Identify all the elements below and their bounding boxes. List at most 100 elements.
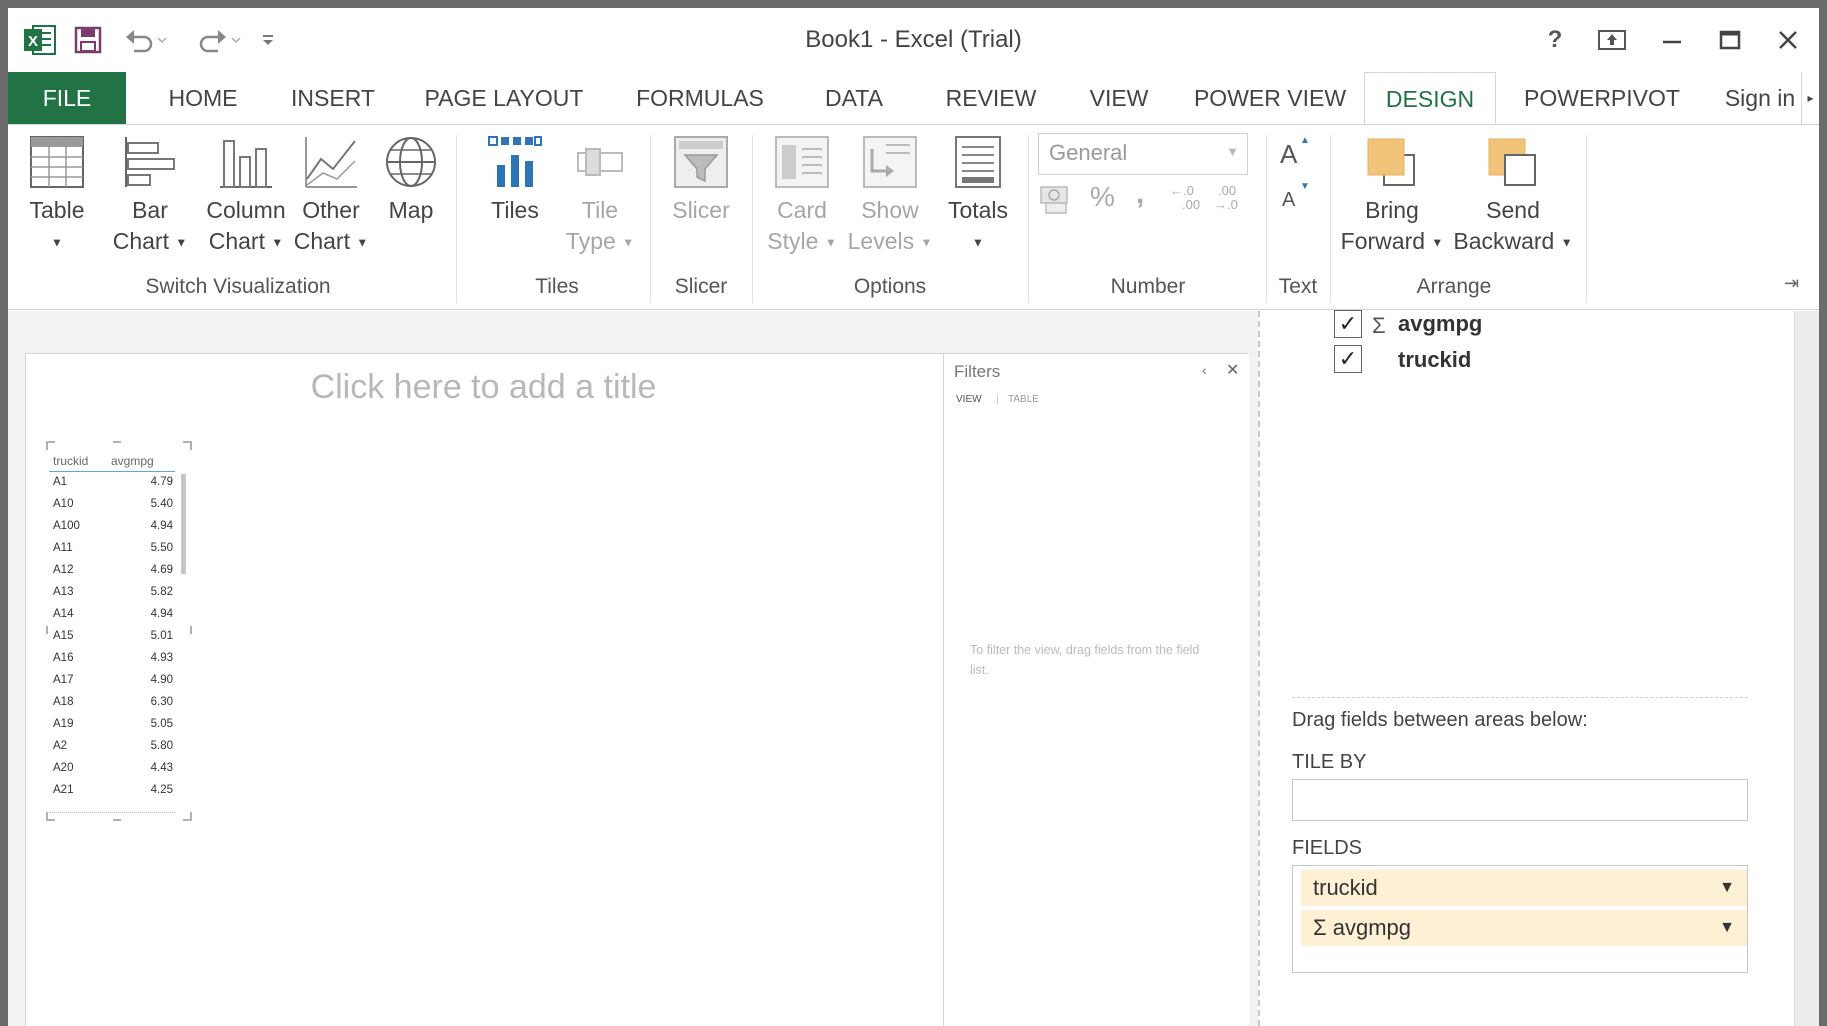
tiles-button[interactable]: Tiles xyxy=(474,135,556,226)
table-row[interactable]: A1 4.79 xyxy=(49,476,175,498)
view-title-placeholder[interactable]: Click here to add a title xyxy=(26,368,941,407)
chevron-down-icon: ▼ xyxy=(1431,235,1444,250)
table-cell-avgmpg: 4.43 xyxy=(150,762,173,774)
other-chart-button[interactable]: Other Chart ▼ xyxy=(290,135,372,258)
maximize-icon[interactable] xyxy=(1710,22,1750,58)
card-style-button[interactable]: Card Style ▼ xyxy=(760,135,844,258)
totals-label: Totals xyxy=(947,197,1009,223)
table-cell-truckid: A17 xyxy=(53,674,74,686)
pin-ribbon-icon[interactable]: ⇥ xyxy=(1784,273,1808,297)
customize-qat-icon[interactable] xyxy=(254,22,282,58)
filters-tab-table[interactable]: TABLE xyxy=(1008,394,1039,405)
excel-logo-icon[interactable]: X xyxy=(20,22,60,58)
table-row[interactable]: A20 4.43 xyxy=(49,762,175,784)
table-row[interactable]: A100 4.94 xyxy=(49,520,175,542)
card-style-icon xyxy=(775,136,829,188)
bar-chart-button[interactable]: Bar Chart ▼ xyxy=(108,135,192,258)
tab-scroll-right-icon[interactable]: ▸ xyxy=(1801,72,1819,124)
field-checkbox-truckid[interactable]: ✓ xyxy=(1334,345,1362,373)
table-row[interactable]: A17 4.90 xyxy=(49,674,175,696)
help-icon[interactable]: ? xyxy=(1538,22,1572,58)
tab-home[interactable]: HOME xyxy=(148,72,258,124)
tile-by-label: TILE BY xyxy=(1292,751,1367,773)
tab-review[interactable]: REVIEW xyxy=(926,72,1056,124)
comma-style-button[interactable]: , xyxy=(1136,177,1156,217)
fields-area-item-avgmpg[interactable]: Σ avgmpg ▼ xyxy=(1301,910,1747,946)
field-name-truckid[interactable]: truckid xyxy=(1398,347,1471,373)
table-row[interactable]: A10 5.40 xyxy=(49,498,175,520)
tab-design[interactable]: DESIGN xyxy=(1364,72,1496,126)
ribbon-display-options-icon[interactable] xyxy=(1592,22,1632,58)
table-row[interactable]: A2 5.80 xyxy=(49,740,175,762)
table-scrollbar[interactable] xyxy=(181,474,186,574)
table-row-partial xyxy=(49,808,175,816)
areas-divider xyxy=(1292,697,1748,698)
chevron-down-icon: ▼ xyxy=(824,235,837,250)
table-button[interactable]: Table ▼ xyxy=(20,135,94,258)
tab-page-layout[interactable]: PAGE LAYOUT xyxy=(412,72,596,124)
send-backward-icon xyxy=(1488,138,1536,186)
fields-drop-area[interactable]: truckid ▼ Σ avgmpg ▼ xyxy=(1292,865,1748,973)
percent-style-button[interactable]: % xyxy=(1090,181,1120,221)
table-cell-truckid: A20 xyxy=(53,762,74,774)
table-row[interactable]: A14 4.94 xyxy=(49,608,175,630)
tab-formulas[interactable]: FORMULAS xyxy=(618,72,782,124)
tab-power-view[interactable]: POWER VIEW xyxy=(1184,72,1356,124)
field-checkbox-avgmpg[interactable]: ✓ xyxy=(1334,310,1362,338)
sign-in-link[interactable]: Sign in xyxy=(1720,72,1800,124)
map-button[interactable]: Map xyxy=(374,135,448,226)
table-label: Table xyxy=(29,197,85,223)
table-row[interactable]: A13 5.82 xyxy=(49,586,175,608)
totals-button[interactable]: Totals ▼ xyxy=(936,135,1020,258)
card-style-label-1: Card xyxy=(777,197,827,223)
table-row[interactable]: A16 4.93 xyxy=(49,652,175,674)
table-row[interactable]: A19 5.05 xyxy=(49,718,175,740)
tile-type-button[interactable]: Tile Type ▼ xyxy=(560,135,640,258)
table-row[interactable]: A11 5.50 xyxy=(49,542,175,564)
tile-type-label-2: Type xyxy=(565,228,616,254)
pane-scrollbar[interactable] xyxy=(1794,311,1819,1026)
view-sheet[interactable]: Click here to add a title truckid avgmpg xyxy=(25,353,1249,1026)
decrease-font-size-button[interactable]: A ▼ xyxy=(1278,181,1318,221)
send-backward-button[interactable]: Send Backward ▼ xyxy=(1452,135,1574,258)
tab-insert[interactable]: INSERT xyxy=(278,72,388,124)
table-cell-avgmpg: 4.69 xyxy=(150,564,173,576)
slicer-button[interactable]: Slicer xyxy=(658,135,744,226)
table-row[interactable]: A15 5.01 xyxy=(49,630,175,652)
chevron-down-icon: ▼ xyxy=(622,235,635,250)
filters-tab-view[interactable]: VIEW xyxy=(956,394,982,405)
close-icon[interactable] xyxy=(1768,22,1808,58)
bring-forward-button[interactable]: Bring Forward ▼ xyxy=(1334,135,1450,258)
collapse-filters-icon[interactable]: ‹ xyxy=(1202,362,1207,378)
accounting-format-icon[interactable] xyxy=(1038,181,1078,221)
tile-by-drop-area[interactable] xyxy=(1292,779,1748,821)
undo-icon[interactable] xyxy=(120,22,172,58)
table-row[interactable]: A21 4.25 xyxy=(49,784,175,806)
fields-area-item-truckid[interactable]: truckid ▼ xyxy=(1301,870,1747,906)
tab-data[interactable]: DATA xyxy=(806,72,902,124)
save-icon[interactable] xyxy=(70,22,106,58)
chevron-down-icon[interactable]: ▼ xyxy=(1719,910,1735,946)
tab-view[interactable]: VIEW xyxy=(1074,72,1164,124)
close-filters-icon[interactable]: ✕ xyxy=(1226,360,1239,380)
number-format-select[interactable]: General ▼ xyxy=(1038,133,1248,175)
column-chart-button[interactable]: Column Chart ▼ xyxy=(194,135,298,258)
tab-file[interactable]: FILE xyxy=(8,72,126,124)
table-row[interactable]: A12 4.69 xyxy=(49,564,175,586)
chevron-down-icon[interactable]: ▼ xyxy=(1719,870,1735,906)
field-name-avgmpg[interactable]: avgmpg xyxy=(1398,311,1482,337)
decrease-decimal-button[interactable]: .00 →.0 xyxy=(1214,181,1254,221)
increase-font-size-button[interactable]: A ▲ xyxy=(1278,135,1318,175)
table-row[interactable]: A18 6.30 xyxy=(49,696,175,718)
slicer-label: Slicer xyxy=(672,197,730,223)
redo-icon[interactable] xyxy=(194,22,246,58)
table-header-truckid[interactable]: truckid xyxy=(53,454,88,468)
table-header-avgmpg[interactable]: avgmpg xyxy=(111,454,154,468)
table-visualization[interactable]: truckid avgmpg A1 4.79 A10 5.40 A100 4.94 A11 5… xyxy=(46,441,192,821)
increase-decimal-button[interactable]: ←.0 .00 xyxy=(1170,181,1210,221)
show-levels-button[interactable]: Show Levels ▼ xyxy=(846,135,934,258)
show-levels-icon xyxy=(863,136,917,188)
minimize-icon[interactable] xyxy=(1652,22,1692,58)
tab-powerpivot[interactable]: POWERPIVOT xyxy=(1514,72,1690,124)
globe-icon xyxy=(386,137,436,187)
